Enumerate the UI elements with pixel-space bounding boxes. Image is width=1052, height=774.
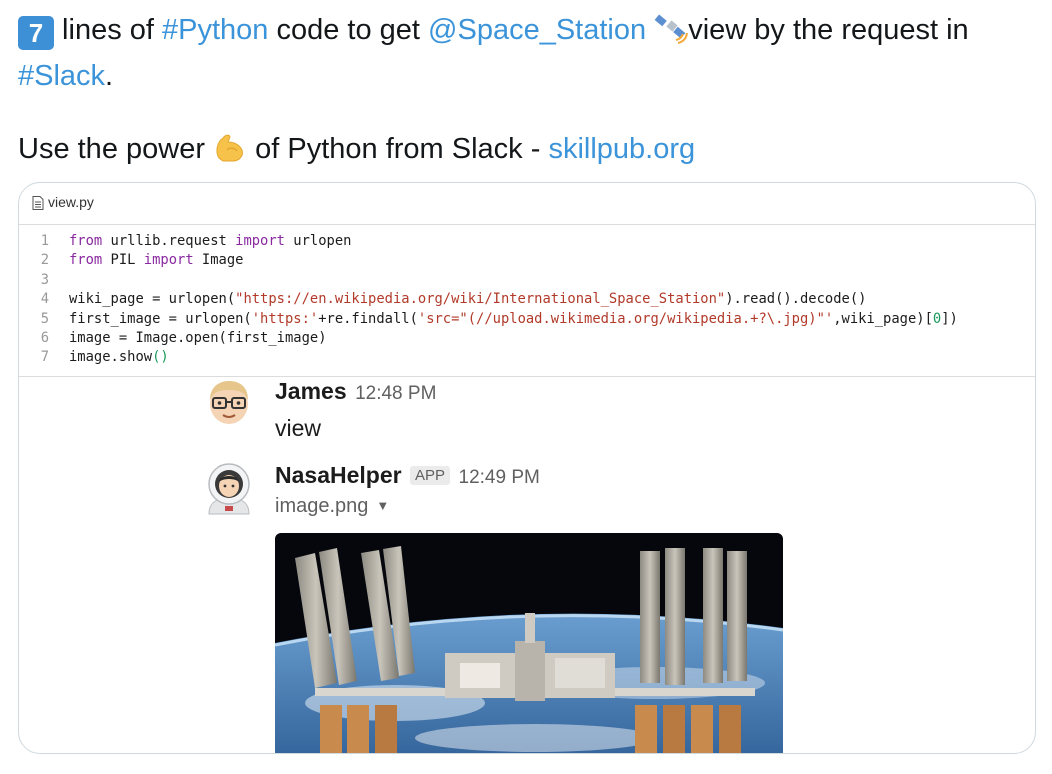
app-badge: APP (410, 466, 451, 485)
skillpub-link[interactable]: skillpub.org (548, 133, 695, 165)
tweet-line-2: #Slack. (18, 56, 1038, 96)
code-block: 1 from urllib.request import urlopen 2 from… (19, 232, 1035, 368)
attachment-file-name: image.png (275, 495, 369, 517)
code-line: 3 (19, 271, 1035, 290)
tweet-text-segment: lines of (54, 14, 162, 46)
hashtag-python-link[interactable]: #Python (162, 14, 268, 46)
sender-name[interactable]: NasaHelper (275, 462, 402, 488)
tweet-text: 7 lines of #Python code to get @Space_St… (18, 10, 1038, 175)
code-text: image.show() (69, 348, 169, 367)
chevron-down-icon[interactable]: ▼ (376, 498, 389, 513)
code-line: 5 first_image = urlopen('https:'+re.finda… (19, 310, 1035, 329)
code-token: wiki_page = urlopen( (69, 291, 236, 308)
message-text: view (275, 415, 322, 441)
satellite-icon (654, 13, 689, 56)
code-token: 'https:' (251, 310, 319, 327)
tweet-line-3: Use the power of Python from Slack - ski… (18, 129, 1038, 175)
code-token: ]) (941, 310, 958, 327)
code-token: urllib.request (102, 233, 236, 249)
tweet-text-segment: . (105, 60, 114, 92)
code-token: 'src="(//upload.wikimedia.org/wikipedia.… (417, 310, 834, 327)
code-text: image = Image.open(first_image) (69, 329, 327, 348)
avatar-astronaut (205, 462, 253, 515)
sender-name[interactable]: James (275, 378, 347, 404)
media-card[interactable]: view.py 1 from urllib.request import urlo… (18, 182, 1036, 754)
file-icon (32, 196, 44, 213)
hashtag-slack-link[interactable]: #Slack (18, 60, 105, 92)
code-token: import (235, 233, 285, 249)
code-token: 0 (932, 310, 942, 327)
file-attachment-label[interactable]: image.png ▼ (275, 495, 875, 518)
tweet-line-1: 7 lines of #Python code to get @Space_St… (18, 10, 1038, 56)
code-text: first_image = urlopen('https:'+re.findal… (69, 310, 958, 329)
line-number: 2 (40, 252, 49, 269)
line-number: 5 (40, 310, 49, 327)
code-token: image = Image.open(first_image) (69, 329, 327, 346)
code-token: first_image = urlopen( (69, 310, 252, 327)
avatar-james (205, 378, 253, 426)
code-token: import (143, 252, 194, 269)
code-line: 7 image.show() (19, 348, 1035, 367)
code-token: urlopen (284, 233, 352, 249)
code-line: 6 image = Image.open(first_image) (19, 329, 1035, 348)
space-station-image (275, 533, 783, 753)
message-time[interactable]: 12:48 PM (355, 383, 436, 404)
code-token: from (69, 233, 103, 249)
code-line: 4 wiki_page = urlopen("https://en.wikiped… (19, 290, 1035, 309)
file-name: view.py (48, 194, 94, 210)
code-token: () (152, 349, 169, 366)
line-number: 4 (40, 291, 49, 308)
line-number: 7 (40, 349, 49, 366)
code-token: Image (193, 252, 244, 269)
code-token: image.show (69, 349, 153, 366)
code-line: 2 from PIL import Image (19, 251, 1035, 270)
code-token: from (69, 252, 103, 269)
code-token: "https://en.wikipedia.org/wiki/Internati… (235, 291, 726, 308)
code-text: wiki_page = urlopen("https://en.wikipedi… (69, 290, 866, 309)
code-text: from PIL import Image (69, 251, 243, 270)
keycap-seven-emoji: 7 (18, 16, 54, 50)
tweet-text-segment: code to get (268, 14, 429, 46)
line-number: 1 (40, 233, 49, 249)
tweet-text-segment: view by the request in (688, 14, 969, 46)
code-token: ,wiki_page)[ (833, 310, 933, 327)
code-token: ).read().decode() (725, 291, 867, 308)
message-time[interactable]: 12:49 PM (459, 467, 540, 488)
tweet-text-segment: of Python from Slack - (247, 133, 549, 165)
mention-space-station-link[interactable]: @Space_Station (428, 14, 646, 46)
tweet-text-segment: Use the power (18, 133, 214, 165)
code-line: 1 from urllib.request import urlopen (19, 232, 1035, 251)
code-token: PIL (102, 252, 144, 269)
code-text: from urllib.request import urlopen (69, 232, 351, 251)
code-token: +re.findall( (318, 310, 418, 327)
iss-image[interactable] (275, 533, 783, 753)
file-header: view.py (19, 183, 1035, 225)
flexed-biceps-icon (213, 130, 247, 175)
line-number: 6 (40, 329, 49, 346)
line-number: 3 (40, 271, 49, 288)
